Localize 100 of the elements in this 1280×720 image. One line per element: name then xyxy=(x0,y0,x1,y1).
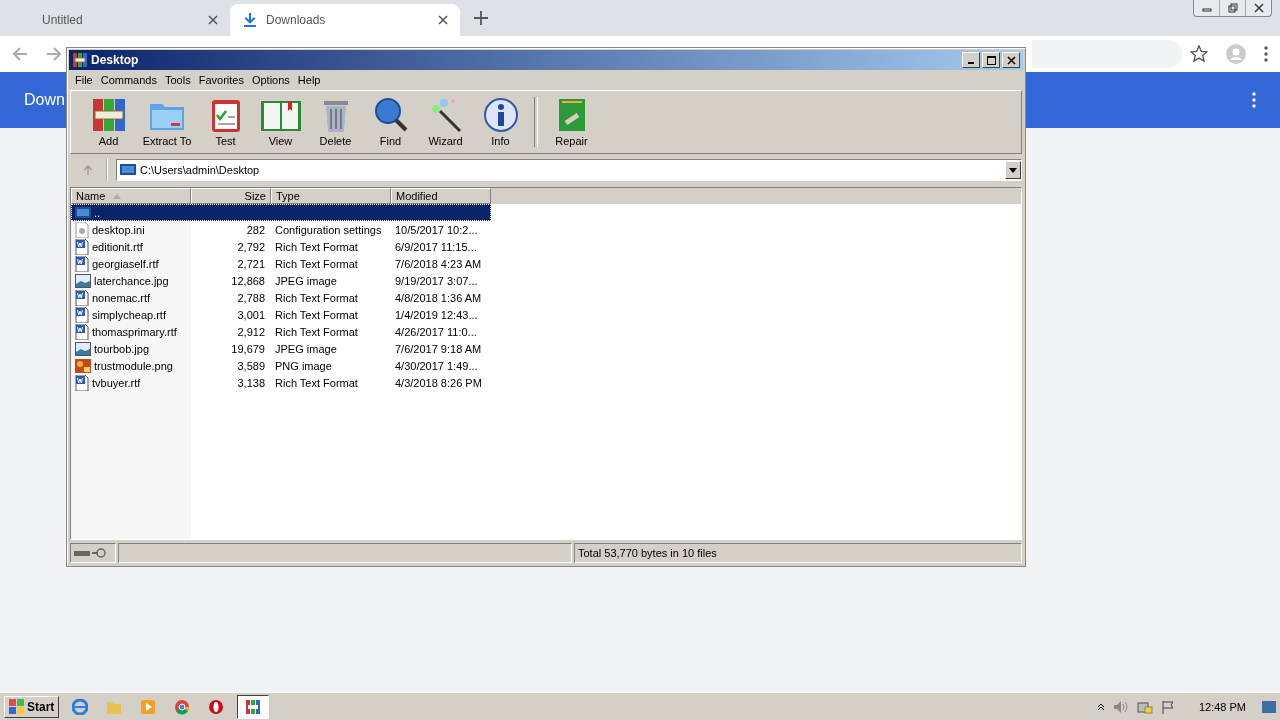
books-icon xyxy=(90,97,127,133)
column-header[interactable]: Name xyxy=(71,188,191,204)
file-name: nonemac.rtf xyxy=(92,291,151,304)
file-size: 282 xyxy=(246,223,265,236)
file-row[interactable]: simplycheap.rtf 3,001 Rich Text Format 1/4/2019 12:43... xyxy=(71,306,491,323)
file-size: 2,788 xyxy=(237,291,265,304)
toolbar-button[interactable]: Add xyxy=(81,97,136,147)
file-modified: 10/5/2017 10:2... xyxy=(395,223,478,236)
dropdown-button[interactable] xyxy=(1005,161,1021,179)
file-size: 3,138 xyxy=(237,376,265,389)
file-name: editionit.rtf xyxy=(92,240,143,253)
file-type: Rich Text Format xyxy=(275,308,358,321)
menu-item[interactable]: Commands xyxy=(96,74,161,86)
close-button[interactable] xyxy=(1002,52,1020,68)
file-modified: 6/9/2017 11:15... xyxy=(395,240,477,253)
menu-icon[interactable] xyxy=(1264,46,1268,62)
browser-tab[interactable]: Downloads xyxy=(230,4,460,36)
file-name: georgiaself.rtf xyxy=(92,257,159,270)
file-name: thomasprimary.rtf xyxy=(92,325,177,338)
toolbar-button[interactable]: Repair xyxy=(544,97,599,147)
file-name: trustmodule.png xyxy=(94,359,173,372)
file-type: Rich Text Format xyxy=(275,240,358,253)
page-title: Down xyxy=(24,91,65,109)
toolbar-button[interactable]: Delete xyxy=(308,97,363,147)
file-row[interactable]: desktop.ini 282 Configuration settings 10/5/2017 10:2... xyxy=(71,221,491,238)
file-modified: 1/4/2019 12:43... xyxy=(395,308,478,321)
file-type: JPEG image xyxy=(275,274,337,287)
file-size: 3,589 xyxy=(237,359,265,372)
file-modified: 7/6/2017 9:18 AM xyxy=(395,342,482,355)
sort-ascending-icon xyxy=(113,193,122,199)
minimize-icon xyxy=(968,61,974,64)
toolbar-button[interactable]: Wizard xyxy=(418,97,473,147)
window-controls[interactable] xyxy=(1193,0,1272,17)
show-desktop-button[interactable] xyxy=(1262,700,1276,713)
file-row[interactable]: nonemac.rtf 2,788 Rich Text Format 4/8/2018 1:36 AM xyxy=(71,289,491,306)
file-name: desktop.ini xyxy=(92,223,145,236)
chevron-up-icon[interactable] xyxy=(1096,702,1105,711)
file-row[interactable]: tourbob.jpg 19,679 JPEG image 7/6/2017 9:18 AM xyxy=(71,340,491,357)
file-type: Configuration settings xyxy=(275,223,382,236)
clock: 12:48 PM xyxy=(1198,700,1246,713)
browser-tab[interactable]: Untitled xyxy=(0,4,230,36)
image-file-icon xyxy=(75,273,91,288)
menu-item[interactable]: Help xyxy=(293,74,325,86)
download-icon xyxy=(244,13,256,27)
archiver-taskbar-icon[interactable] xyxy=(237,694,270,719)
file-row[interactable]: trustmodule.png 3,589 PNG image 4/30/2017 1:49... xyxy=(71,357,491,374)
maximize-icon xyxy=(986,55,996,65)
toolbar-button[interactable]: Test xyxy=(198,97,253,147)
new-tab-icon[interactable] xyxy=(474,11,488,25)
menu-item[interactable]: File xyxy=(71,74,97,86)
file-modified: 4/8/2018 1:36 AM xyxy=(395,291,482,304)
column-header[interactable]: Size xyxy=(191,188,271,204)
file-row[interactable]: editionit.rtf 2,792 Rich Text Format 6/9/2017 11:15... xyxy=(71,238,491,255)
close-icon[interactable] xyxy=(438,15,448,25)
toolbar-button[interactable]: View xyxy=(253,97,308,147)
flag-icon[interactable] xyxy=(1160,699,1175,714)
close-icon xyxy=(1006,55,1016,65)
column-header[interactable]: Type xyxy=(271,188,391,204)
image-file-icon xyxy=(75,341,91,356)
file-modified: 4/26/2017 11:0... xyxy=(395,325,477,338)
file-row[interactable]: .. xyxy=(71,204,491,221)
file-type: Rich Text Format xyxy=(275,376,358,389)
menu-item[interactable]: Options xyxy=(247,74,294,86)
path-field[interactable]: C:\Users\admin\Desktop xyxy=(116,159,1022,181)
status-text: Total 53,770 bytes in 10 files xyxy=(574,543,1022,563)
file-row[interactable]: tvbuyer.rtf 3,138 Rich Text Format 4/3/2018 8:26 PM xyxy=(71,374,491,391)
maximize-button[interactable] xyxy=(982,52,1000,68)
file-type: Rich Text Format xyxy=(275,325,358,338)
menu-item[interactable]: Favorites xyxy=(194,74,248,86)
toolbar-button[interactable]: Find xyxy=(363,97,418,147)
info-icon xyxy=(482,97,519,133)
file-row[interactable]: laterchance.jpg 12,868 JPEG image 9/19/2017 3:07... xyxy=(71,272,491,289)
start-button[interactable]: Start xyxy=(4,695,60,718)
file-name: .. xyxy=(94,206,101,219)
menu-icon[interactable] xyxy=(1252,92,1256,108)
close-icon[interactable] xyxy=(208,15,218,25)
file-size: 12,868 xyxy=(231,274,265,287)
file-modified: 7/6/2018 4:23 AM xyxy=(395,257,482,270)
restore-icon[interactable] xyxy=(1227,3,1238,13)
file-size: 2,721 xyxy=(237,257,265,270)
monitor-icon xyxy=(75,206,91,219)
column-header[interactable]: Modified xyxy=(391,188,491,204)
minimize-button[interactable] xyxy=(962,52,980,68)
file-name: laterchance.jpg xyxy=(94,274,169,287)
file-size: 2,792 xyxy=(237,240,265,253)
toolbar-button[interactable]: Info xyxy=(473,97,528,147)
monitor-icon xyxy=(120,164,136,176)
file-type: Rich Text Format xyxy=(275,257,358,270)
window-title: Desktop xyxy=(91,53,140,67)
file-row[interactable]: georgiaself.rtf 2,721 Rich Text Format 7/6/2018 4:23 AM xyxy=(71,255,491,272)
books-icon xyxy=(72,52,88,68)
close-icon[interactable] xyxy=(1253,3,1264,13)
star-icon[interactable] xyxy=(1190,45,1208,63)
file-row[interactable]: thomasprimary.rtf 2,912 Rich Text Format 4/26/2017 11:0... xyxy=(71,323,491,340)
file-name: tourbob.jpg xyxy=(94,342,150,355)
toolbar-button[interactable]: Extract To xyxy=(136,97,198,147)
menu-item[interactable]: Tools xyxy=(161,74,195,86)
file-name: tvbuyer.rtf xyxy=(92,376,141,389)
search-icon xyxy=(372,97,409,133)
file-type: Rich Text Format xyxy=(275,291,358,304)
